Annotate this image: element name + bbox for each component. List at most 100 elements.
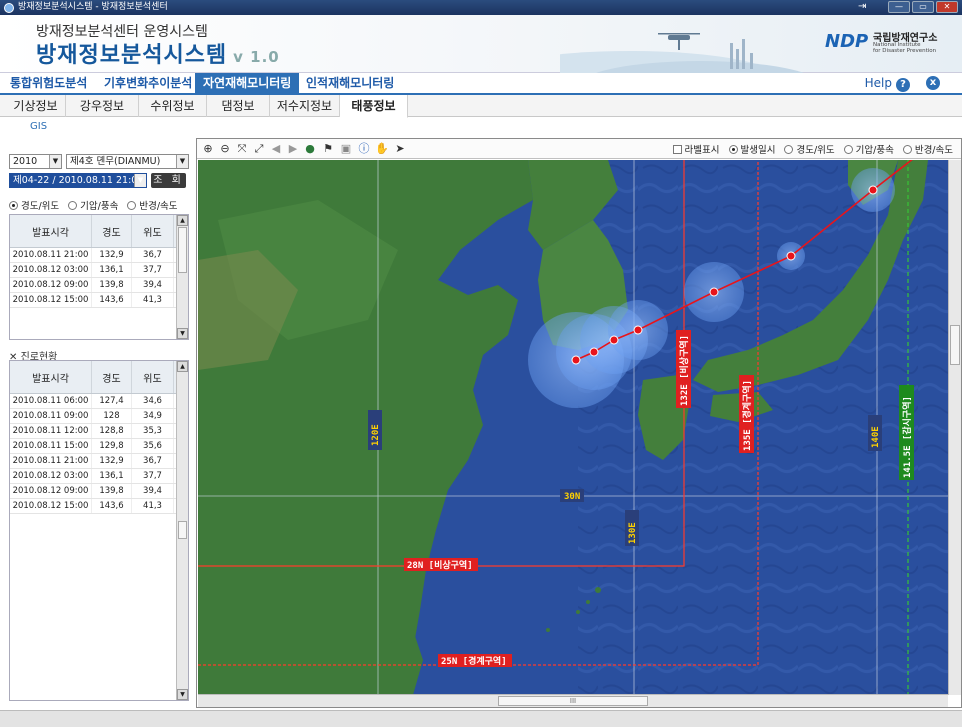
track-point[interactable] <box>589 347 599 357</box>
main-tab-integrated-risk[interactable]: 통합위험도분석 <box>2 73 95 93</box>
typhoon-track-map[interactable]: 120E 130E 140E 30N 132E [비상구역] 135E [경계구… <box>198 160 948 695</box>
maximize-button[interactable]: ▭ <box>912 1 934 13</box>
label-toggle-checkbox[interactable]: 라벨표시 <box>672 142 720 156</box>
coord-option-radius-speed[interactable]: 반경/속도 <box>127 198 178 212</box>
table-row[interactable]: 2010.08.12 09:00 139,8 39,4 <box>10 484 188 499</box>
scroll-down-icon[interactable]: ▼ <box>177 689 188 700</box>
table-row[interactable]: 2010.08.11 06:00 127,4 34,6 <box>10 394 188 409</box>
close-icon[interactable]: x <box>926 76 940 90</box>
chevron-down-icon: ▼ <box>49 155 61 168</box>
label-135e-alert: 135E [경계구역] <box>741 380 753 451</box>
scroll-up-icon[interactable]: ▲ <box>177 215 188 226</box>
table-cell: 136,1 <box>92 263 132 277</box>
query-button[interactable]: 조 회 <box>151 173 186 188</box>
label-25n-alert: 25N [경계구역] <box>441 655 507 667</box>
sub-tab-rainfall[interactable]: 강우정보 <box>66 95 139 117</box>
display-option-lonlat[interactable]: 경도/위도 <box>784 142 835 156</box>
typhoon-select[interactable]: 제4호 뎬무(DIANMU) ▼ <box>66 154 189 169</box>
route-table-scrollbar[interactable]: ▲ ▼ <box>176 361 188 700</box>
table-row[interactable]: 2010.08.12 03:00 136,1 37,7 <box>10 263 188 278</box>
globe-icon[interactable]: ● <box>303 142 317 156</box>
main-tab-natural-disaster[interactable]: 자연재해모니터링 <box>195 73 300 93</box>
table-row[interactable]: 2010.08.12 15:00 143,6 41,3 <box>10 293 188 308</box>
sub-tab-reservoir[interactable]: 저수지정보 <box>270 95 340 117</box>
radio-icon <box>127 201 137 210</box>
help-label: Help <box>864 76 892 90</box>
advisory-select[interactable]: 제04-22 / 2010.08.11 21:00 ▼ <box>9 173 147 188</box>
table-cell: 2010.08.11 12:00 <box>10 424 92 438</box>
radio-icon <box>728 145 738 154</box>
zoom-out-icon[interactable]: ⊖ <box>218 142 232 156</box>
year-value: 2010 <box>13 156 38 167</box>
table-row[interactable]: 2010.08.12 03:00 136,1 37,7 <box>10 469 188 484</box>
track-point[interactable] <box>709 287 719 297</box>
map-toolbar: ⊕ ⊖ ⤧ ⤢ ◀ ▶ ● ⚑ ▣ ⓘ ✋ ➤ 라벨표시 발생일시 경도/위도 … <box>197 139 961 159</box>
full-extent-icon[interactable]: ⤢ <box>252 142 266 156</box>
table-row[interactable]: 2010.08.11 12:00 128,8 35,3 <box>10 424 188 439</box>
table-cell: 143,6 <box>92 499 132 513</box>
layer-icon[interactable]: ⚑ <box>321 142 335 156</box>
restore-extra-icon[interactable]: ⇥ <box>858 1 874 13</box>
map-horizontal-scrollbar[interactable]: III <box>198 694 948 707</box>
sub-tab-water-level[interactable]: 수위정보 <box>139 95 207 117</box>
map-vertical-scrollbar[interactable] <box>948 160 961 695</box>
main-tab-human-disaster[interactable]: 인적재해모니터링 <box>298 73 402 93</box>
track-point[interactable] <box>571 355 581 365</box>
table-cell: 2010.08.12 09:00 <box>10 484 92 498</box>
year-select[interactable]: 2010 ▼ <box>9 154 62 169</box>
track-point[interactable] <box>786 251 796 261</box>
table-cell: 34,9 <box>132 409 174 423</box>
help-icon[interactable]: ? <box>896 78 910 92</box>
route-table-body: 2010.08.11 06:00 127,4 34,6 2010.08.11 09:0… <box>10 394 188 514</box>
scroll-thumb[interactable] <box>178 521 187 539</box>
table-row[interactable]: 2010.08.11 21:00 132,9 36,7 <box>10 454 188 469</box>
scroll-thumb[interactable]: III <box>498 696 648 706</box>
table-cell: 36,7 <box>132 454 174 468</box>
table-cell: 34,6 <box>132 394 174 408</box>
forward-arrow-icon[interactable]: ▶ <box>286 142 300 156</box>
header-title: 방재정보분석시스템 v 1.0 <box>36 37 280 69</box>
scroll-thumb[interactable] <box>950 325 960 365</box>
table-row[interactable]: 2010.08.12 09:00 139,8 39,4 <box>10 278 188 293</box>
info-icon[interactable]: ⓘ <box>357 142 371 156</box>
table-row[interactable]: 2010.08.11 15:00 129,8 35,6 <box>10 439 188 454</box>
chevron-down-icon: ▼ <box>134 174 146 187</box>
table-row[interactable]: 2010.08.11 09:00 128 34,9 <box>10 409 188 424</box>
main-tab-climate-trend[interactable]: 기후변화추이분석 <box>96 73 200 93</box>
display-option-date[interactable]: 발생일시 <box>728 142 775 156</box>
table-cell: 2010.08.11 21:00 <box>10 454 92 468</box>
scroll-up-icon[interactable]: ▲ <box>177 361 188 372</box>
table-cell: 139,8 <box>92 278 132 292</box>
table-cell: 128,8 <box>92 424 132 438</box>
close-window-button[interactable]: ✕ <box>936 1 958 13</box>
coord-option-lonlat[interactable]: 경도/위도 <box>9 198 59 212</box>
track-point[interactable] <box>633 325 643 335</box>
back-arrow-icon[interactable]: ◀ <box>269 142 283 156</box>
sub-tab-weather[interactable]: 기상정보 <box>6 95 66 117</box>
route-table-header: 발표시각 경도 위도 <box>10 361 188 394</box>
gis-link[interactable]: GIS <box>30 121 47 132</box>
zoom-extent-icon[interactable]: ⤧ <box>235 142 249 156</box>
minimize-button[interactable]: — <box>888 1 910 13</box>
track-point[interactable] <box>609 335 619 345</box>
pointer-icon[interactable]: ➤ <box>393 142 407 156</box>
column-header: 위도 <box>132 361 174 393</box>
select-box-icon[interactable]: ▣ <box>339 142 353 156</box>
route-table: 발표시각 경도 위도 2010.08.11 06:00 127,4 34,6 2010… <box>9 360 189 701</box>
help-link[interactable]: Help? <box>865 75 910 92</box>
sub-tab-dam[interactable]: 댐정보 <box>207 95 270 117</box>
table-row[interactable]: 2010.08.12 15:00 143,6 41,3 <box>10 499 188 514</box>
table-cell: 143,6 <box>92 293 132 307</box>
table-row[interactable]: 2010.08.11 21:00 132,9 36,7 <box>10 248 188 263</box>
coord-option-pressure-wind[interactable]: 기압/풍속 <box>68 198 118 212</box>
radio-icon <box>9 201 18 210</box>
scroll-down-icon[interactable]: ▼ <box>177 328 188 339</box>
forecast-table-scrollbar[interactable]: ▲ ▼ <box>176 215 188 339</box>
track-point[interactable] <box>868 185 878 195</box>
pan-hand-icon[interactable]: ✋ <box>375 142 389 156</box>
scroll-thumb[interactable] <box>178 227 187 273</box>
zoom-in-icon[interactable]: ⊕ <box>201 142 215 156</box>
display-option-radius-speed[interactable]: 반경/속도 <box>902 142 953 156</box>
display-option-pressure-wind[interactable]: 기압/풍속 <box>843 142 894 156</box>
sub-tab-typhoon[interactable]: 태풍정보 <box>340 95 408 118</box>
